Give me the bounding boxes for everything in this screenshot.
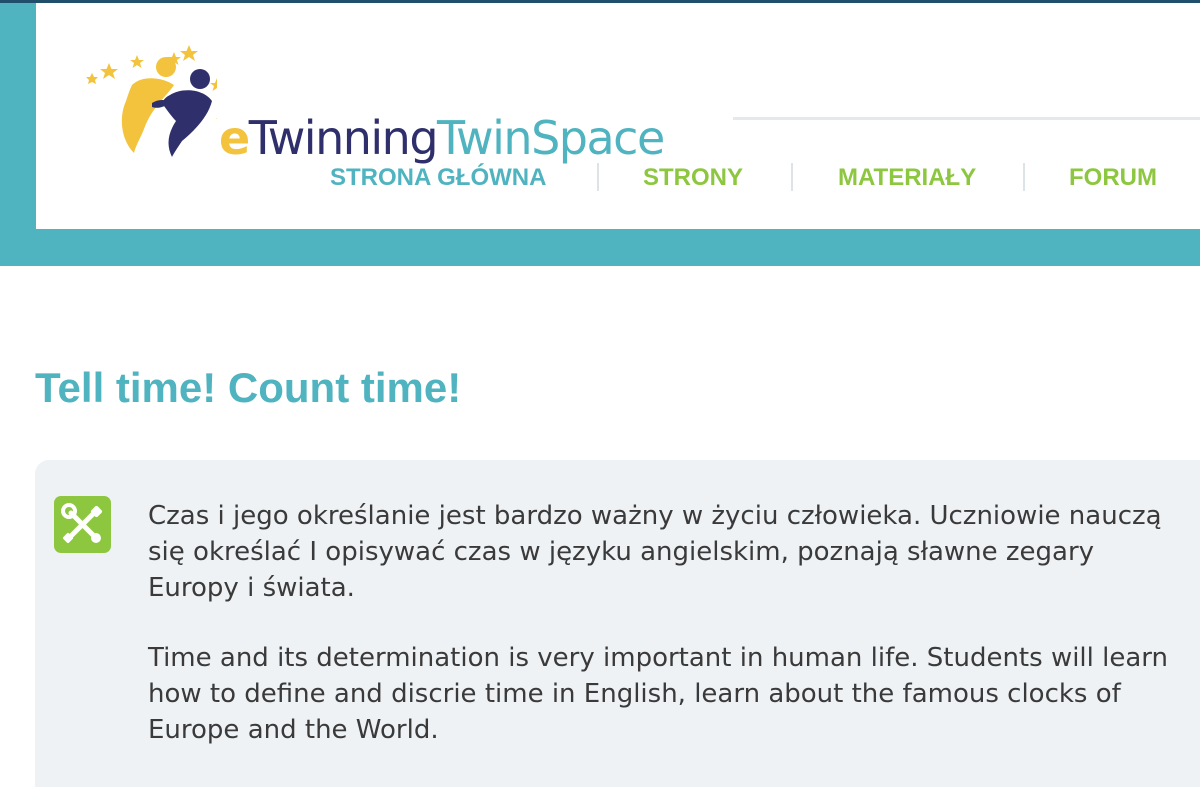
nav-item-strona-glowna[interactable]: STRONA GŁÓWNA (330, 161, 546, 195)
tools-icon (54, 496, 111, 553)
logo-e: e (219, 111, 250, 165)
nav-separator (1023, 163, 1025, 191)
nav-item-materialy[interactable]: MATERIAŁY (838, 161, 976, 195)
nav-separator (597, 163, 599, 191)
etwinning-logo[interactable]: eTwinningTwinSpace (82, 45, 682, 161)
logo-twinspace: TwinSpace (437, 111, 665, 165)
description-text: Czas i jego określanie jest bardzo ważny… (148, 498, 1188, 748)
description-paragraph-en: Time and its determination is very impor… (148, 643, 1169, 745)
project-description-box: Czas i jego określanie jest bardzo ważny… (35, 460, 1200, 787)
logo-twinning: Twinning (248, 111, 439, 165)
header-divider (733, 117, 1200, 120)
header: eTwinningTwinSpace STRONA GŁÓWNA STRONY … (36, 3, 1200, 229)
nav-item-strony[interactable]: STRONY (643, 161, 743, 195)
description-paragraph-pl: Czas i jego określanie jest bardzo ważny… (148, 501, 1162, 603)
logo-figures-icon (86, 45, 217, 157)
logo-wordmark: eTwinningTwinSpace (219, 115, 665, 161)
page-title: Tell time! Count time! (35, 364, 462, 411)
nav-item-forum[interactable]: FORUM (1069, 161, 1157, 195)
main-nav: STRONA GŁÓWNA STRONY MATERIAŁY FORUM (36, 161, 1200, 195)
nav-separator (791, 163, 793, 191)
